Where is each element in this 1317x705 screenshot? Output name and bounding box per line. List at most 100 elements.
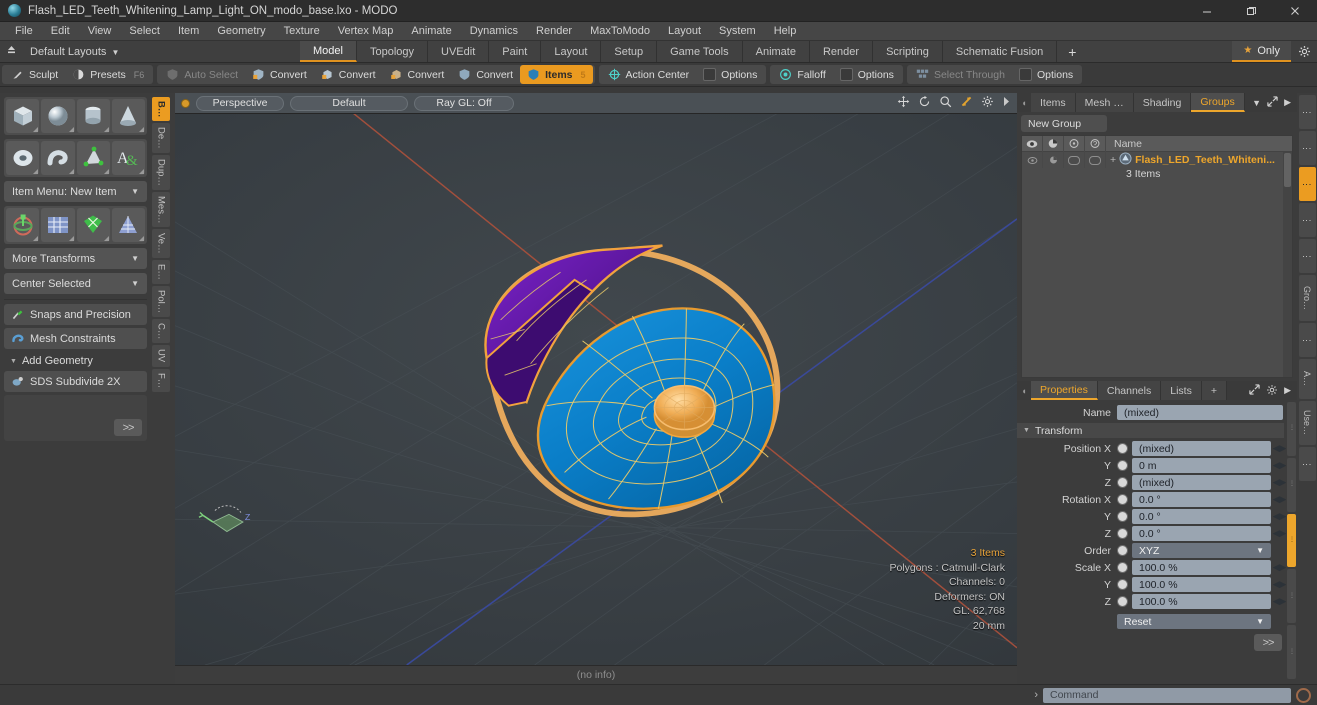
groups-list[interactable]: Name + Flash_LED_Teeth_Whiteni... 3 Item…	[1021, 135, 1293, 378]
convert-material-button[interactable]: Convert	[451, 65, 520, 84]
properties-seg-2[interactable]: ⋮	[1287, 457, 1296, 512]
tab-shading[interactable]: Shading	[1133, 93, 1192, 112]
rotate-icon[interactable]	[918, 95, 931, 111]
smooth-shift-icon[interactable]	[76, 208, 110, 242]
menu-edit[interactable]: Edit	[42, 22, 79, 41]
menu-texture[interactable]: Texture	[275, 22, 329, 41]
viewport-menu-dot-icon[interactable]	[181, 98, 190, 108]
rotation-x-radio[interactable]	[1117, 494, 1128, 505]
scale-x-stepper[interactable]: ◀▶	[1273, 561, 1287, 574]
left-vtab-uv[interactable]: UV	[152, 345, 170, 367]
convert-polygon-button[interactable]: Convert	[383, 65, 452, 84]
convert-edge-button[interactable]: Convert	[314, 65, 383, 84]
move-icon[interactable]	[897, 95, 910, 111]
scale-z-field[interactable]: 100.0 %	[1132, 594, 1271, 609]
properties-next-chevron-icon[interactable]: ▶	[1284, 385, 1291, 396]
items-mode-button[interactable]: Items 5	[520, 65, 593, 84]
only-toggle-button[interactable]: ★ Only	[1232, 41, 1291, 62]
falloff-pyramid-icon[interactable]	[111, 208, 145, 242]
action-center-options-button[interactable]: Options	[696, 65, 764, 84]
tab-items[interactable]: Items	[1031, 93, 1076, 112]
right-vtab-4[interactable]: ⋮	[1298, 203, 1316, 237]
groups-list-scrollbar[interactable]	[1283, 152, 1292, 377]
rotation-z-stepper[interactable]: ◀▶	[1273, 527, 1287, 540]
cone-primitive-icon[interactable]	[111, 99, 145, 133]
tab-schematic-fusion[interactable]: Schematic Fusion	[942, 41, 1058, 62]
menu-item[interactable]: Item	[169, 22, 208, 41]
center-selected-dropdown[interactable]: Center Selected ▼	[4, 273, 147, 294]
rotation-x-stepper[interactable]: ◀▶	[1273, 493, 1287, 506]
left-vtab-basic[interactable]: B…	[152, 97, 170, 122]
viewport-raygl-dropdown[interactable]: Ray GL: Off	[414, 95, 514, 111]
row-lock-toggle[interactable]	[1064, 152, 1085, 168]
viewport-3d-canvas[interactable]: Z 3 Items Polygons : Catmull-Clark Chann…	[175, 114, 1017, 665]
tab-groups[interactable]: Groups	[1191, 93, 1245, 112]
add-geometry-section[interactable]: ▼ Add Geometry	[4, 352, 147, 371]
close-button[interactable]	[1273, 0, 1317, 22]
preferences-gear-icon[interactable]	[1291, 41, 1317, 62]
tab-uvedit[interactable]: UVEdit	[428, 41, 490, 62]
presets-button[interactable]: Presets F6	[65, 65, 151, 84]
position-x-stepper[interactable]: ◀▶	[1273, 442, 1287, 455]
gear-icon[interactable]	[981, 95, 994, 111]
position-x-field[interactable]: (mixed)	[1132, 441, 1271, 456]
left-vtab-edge[interactable]: E…	[152, 260, 170, 284]
menu-layout[interactable]: Layout	[659, 22, 710, 41]
viewport-shading-dropdown[interactable]: Default	[290, 95, 408, 111]
pen-tool-icon[interactable]	[76, 141, 110, 175]
menu-help[interactable]: Help	[765, 22, 806, 41]
tab-model[interactable]: Model	[300, 41, 357, 62]
position-x-radio[interactable]	[1117, 443, 1128, 454]
tab-lists[interactable]: Lists	[1161, 381, 1202, 400]
rotation-z-field[interactable]: 0.0 °	[1132, 526, 1271, 541]
order-radio[interactable]	[1117, 545, 1128, 556]
toolbox-expand-button[interactable]: >>	[114, 419, 142, 436]
cylinder-primitive-icon[interactable]	[76, 99, 110, 133]
properties-seg-1[interactable]: ⋮	[1287, 402, 1296, 456]
scale-z-radio[interactable]	[1117, 596, 1128, 607]
menu-system[interactable]: System	[710, 22, 765, 41]
right-vtab-7[interactable]: ⋮	[1298, 323, 1316, 357]
right-vtab-10[interactable]: ⋮	[1298, 447, 1316, 481]
scale-y-radio[interactable]	[1117, 579, 1128, 590]
menu-maxtomodo[interactable]: MaxToModo	[581, 22, 659, 41]
group-row-name-cell[interactable]: + Flash_LED_Teeth_Whiteni...	[1106, 152, 1275, 168]
left-vtab-duplicate[interactable]: Dup…	[152, 155, 170, 190]
mesh-constraints-button[interactable]: Mesh Constraints	[4, 328, 147, 349]
rotation-y-field[interactable]: 0.0 °	[1132, 509, 1271, 524]
menu-view[interactable]: View	[79, 22, 121, 41]
panel-overflow-chevron-icon[interactable]: ▼	[1252, 98, 1261, 108]
rotation-x-field[interactable]: 0.0 °	[1132, 492, 1271, 507]
add-tab-button[interactable]: +	[1057, 41, 1233, 62]
falloff-button[interactable]: Falloff	[772, 65, 832, 84]
transform-section-header[interactable]: ▼ Transform	[1017, 423, 1284, 438]
table-row[interactable]: + Flash_LED_Teeth_Whiteni...	[1022, 152, 1292, 168]
reset-dropdown[interactable]: Reset ▼	[1117, 614, 1271, 629]
panel-menu-dot-icon[interactable]: ◖	[1017, 93, 1031, 112]
select-through-options-button[interactable]: Options	[1012, 65, 1080, 84]
left-vtab-vertex[interactable]: Ve…	[152, 229, 170, 259]
position-z-field[interactable]: (mixed)	[1132, 475, 1271, 490]
rotation-y-stepper[interactable]: ◀▶	[1273, 510, 1287, 523]
right-vtab-1[interactable]: ⋮	[1298, 95, 1316, 129]
properties-scroll-segments[interactable]: ⋮ ⋮ ⋮ ⋮ ⋮	[1286, 400, 1297, 681]
sphere-primitive-icon[interactable]	[41, 99, 75, 133]
sds-subdivide-button[interactable]: SDS Subdivide 2X	[4, 371, 147, 392]
position-z-stepper[interactable]: ◀▶	[1273, 476, 1287, 489]
tab-properties[interactable]: Properties	[1031, 381, 1098, 400]
convert-vertex-button[interactable]: Convert	[245, 65, 314, 84]
right-vtab-assembly[interactable]: A…	[1298, 359, 1316, 399]
tube-primitive-icon[interactable]	[41, 141, 75, 175]
left-vtab-fusion[interactable]: F…	[152, 368, 170, 392]
auto-select-button[interactable]: Auto Select	[159, 65, 245, 84]
menu-animate[interactable]: Animate	[402, 22, 460, 41]
scale-x-field[interactable]: 100.0 %	[1132, 560, 1271, 575]
action-center-button[interactable]: Action Center	[601, 65, 697, 84]
properties-seg-4[interactable]: ⋮	[1287, 569, 1296, 624]
scale-y-field[interactable]: 100.0 %	[1132, 577, 1271, 592]
transform-gizmo-icon[interactable]	[6, 208, 40, 242]
new-group-button[interactable]: New Group	[1021, 115, 1107, 132]
expand-plus-icon[interactable]: +	[1110, 154, 1116, 166]
scale-z-stepper[interactable]: ◀▶	[1273, 595, 1287, 608]
chevron-right-icon[interactable]	[1002, 96, 1011, 110]
